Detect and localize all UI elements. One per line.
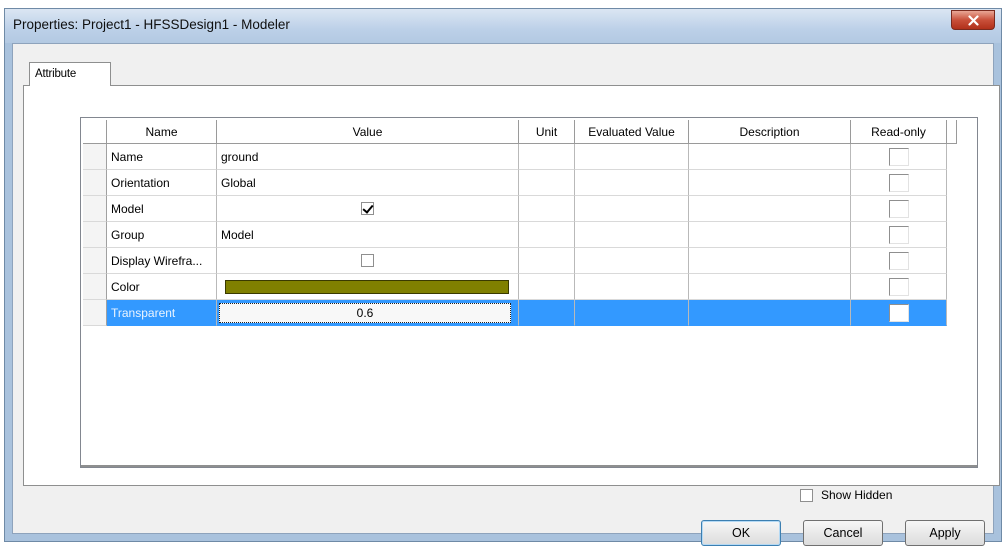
property-unit bbox=[519, 196, 575, 222]
close-button[interactable] bbox=[951, 10, 995, 30]
column-header-evaluated-value[interactable]: Evaluated Value bbox=[575, 120, 689, 144]
property-unit bbox=[519, 274, 575, 300]
property-name: Model bbox=[107, 196, 217, 222]
read-only-checkbox[interactable] bbox=[888, 199, 909, 218]
color-swatch[interactable] bbox=[225, 279, 509, 294]
show-hidden-checkbox[interactable] bbox=[800, 488, 813, 502]
table-row[interactable]: Orientation Global bbox=[83, 170, 947, 196]
table-row[interactable]: Model bbox=[83, 196, 947, 222]
cancel-button[interactable]: Cancel bbox=[803, 520, 883, 546]
property-name: Color bbox=[107, 274, 217, 300]
grid-header: Name Value Unit Evaluated Value Descript… bbox=[83, 120, 957, 144]
column-header-description[interactable]: Description bbox=[689, 120, 851, 144]
read-only-checkbox[interactable] bbox=[888, 251, 909, 270]
show-hidden-option[interactable]: Show Hidden bbox=[800, 488, 892, 502]
read-only-cell bbox=[851, 248, 947, 274]
property-description bbox=[689, 222, 851, 248]
table-row-selected[interactable]: Transparent 0.6 bbox=[83, 300, 947, 326]
property-unit bbox=[519, 300, 575, 326]
property-description bbox=[689, 144, 851, 170]
column-header-name[interactable]: Name bbox=[107, 120, 217, 144]
row-header[interactable] bbox=[83, 222, 107, 248]
property-evaluated-value bbox=[575, 144, 689, 170]
property-unit bbox=[519, 248, 575, 274]
read-only-cell bbox=[851, 170, 947, 196]
property-value[interactable]: Model bbox=[217, 222, 519, 248]
table-row[interactable]: Group Model bbox=[83, 222, 947, 248]
read-only-cell bbox=[851, 274, 947, 300]
row-header[interactable] bbox=[83, 170, 107, 196]
read-only-checkbox[interactable] bbox=[888, 277, 909, 296]
row-header[interactable] bbox=[83, 196, 107, 222]
title-bar[interactable]: Properties: Project1 - HFSSDesign1 - Mod… bbox=[5, 9, 1001, 43]
property-unit bbox=[519, 170, 575, 196]
table-row[interactable]: Display Wirefra... bbox=[83, 248, 947, 274]
header-filler bbox=[947, 120, 957, 144]
properties-dialog: Properties: Project1 - HFSSDesign1 - Mod… bbox=[4, 8, 1002, 546]
close-icon bbox=[967, 14, 979, 26]
read-only-checkbox[interactable] bbox=[888, 225, 909, 244]
property-name: Group bbox=[107, 222, 217, 248]
property-name: Display Wirefra... bbox=[107, 248, 217, 274]
transparency-input[interactable]: 0.6 bbox=[219, 302, 511, 323]
property-evaluated-value bbox=[575, 196, 689, 222]
row-header[interactable] bbox=[83, 144, 107, 170]
column-header-read-only[interactable]: Read-only bbox=[851, 120, 947, 144]
window-title: Properties: Project1 - HFSSDesign1 - Mod… bbox=[13, 17, 290, 32]
property-description bbox=[689, 196, 851, 222]
model-checkbox[interactable] bbox=[361, 202, 374, 215]
dialog-client-area: Attribute Name Value Unit Evaluated Valu… bbox=[12, 43, 1000, 546]
read-only-checkbox[interactable] bbox=[888, 147, 909, 166]
property-value[interactable]: ground bbox=[217, 144, 519, 170]
property-evaluated-value bbox=[575, 222, 689, 248]
column-header-value[interactable]: Value bbox=[217, 120, 519, 144]
table-row[interactable]: Name ground bbox=[83, 144, 947, 170]
grid-bottom-edge bbox=[81, 465, 977, 467]
property-evaluated-value bbox=[575, 248, 689, 274]
property-name: Name bbox=[107, 144, 217, 170]
property-evaluated-value bbox=[575, 170, 689, 196]
read-only-cell bbox=[851, 222, 947, 248]
row-header[interactable] bbox=[83, 274, 107, 300]
display-wireframe-checkbox[interactable] bbox=[361, 254, 374, 267]
properties-grid: Name Value Unit Evaluated Value Descript… bbox=[80, 117, 978, 468]
table-row[interactable]: Color bbox=[83, 274, 947, 300]
property-name: Orientation bbox=[107, 170, 217, 196]
property-unit bbox=[519, 144, 575, 170]
show-hidden-label: Show Hidden bbox=[821, 488, 893, 502]
apply-button[interactable]: Apply bbox=[905, 520, 985, 546]
property-name: Transparent bbox=[107, 300, 217, 326]
attribute-panel: Name Value Unit Evaluated Value Descript… bbox=[23, 85, 1000, 502]
column-header-unit[interactable]: Unit bbox=[519, 120, 575, 144]
read-only-checkbox[interactable] bbox=[888, 173, 909, 192]
tab-attribute[interactable]: Attribute bbox=[29, 62, 111, 86]
property-unit bbox=[519, 222, 575, 248]
property-value bbox=[217, 196, 519, 222]
property-evaluated-value bbox=[575, 274, 689, 300]
property-evaluated-value bbox=[575, 300, 689, 326]
property-value bbox=[217, 248, 519, 274]
row-header[interactable] bbox=[83, 300, 107, 326]
tab-attribute-label: Attribute bbox=[35, 68, 77, 80]
read-only-cell bbox=[851, 144, 947, 170]
property-description bbox=[689, 300, 851, 326]
header-corner bbox=[83, 120, 107, 144]
read-only-checkbox[interactable] bbox=[888, 303, 909, 322]
row-header[interactable] bbox=[83, 248, 107, 274]
property-description bbox=[689, 170, 851, 196]
ok-button[interactable]: OK bbox=[701, 520, 781, 546]
property-value[interactable]: Global bbox=[217, 170, 519, 196]
property-description bbox=[689, 274, 851, 300]
property-value bbox=[217, 274, 519, 300]
read-only-cell bbox=[851, 300, 947, 326]
property-value: 0.6 bbox=[217, 300, 519, 326]
property-description bbox=[689, 248, 851, 274]
read-only-cell bbox=[851, 196, 947, 222]
